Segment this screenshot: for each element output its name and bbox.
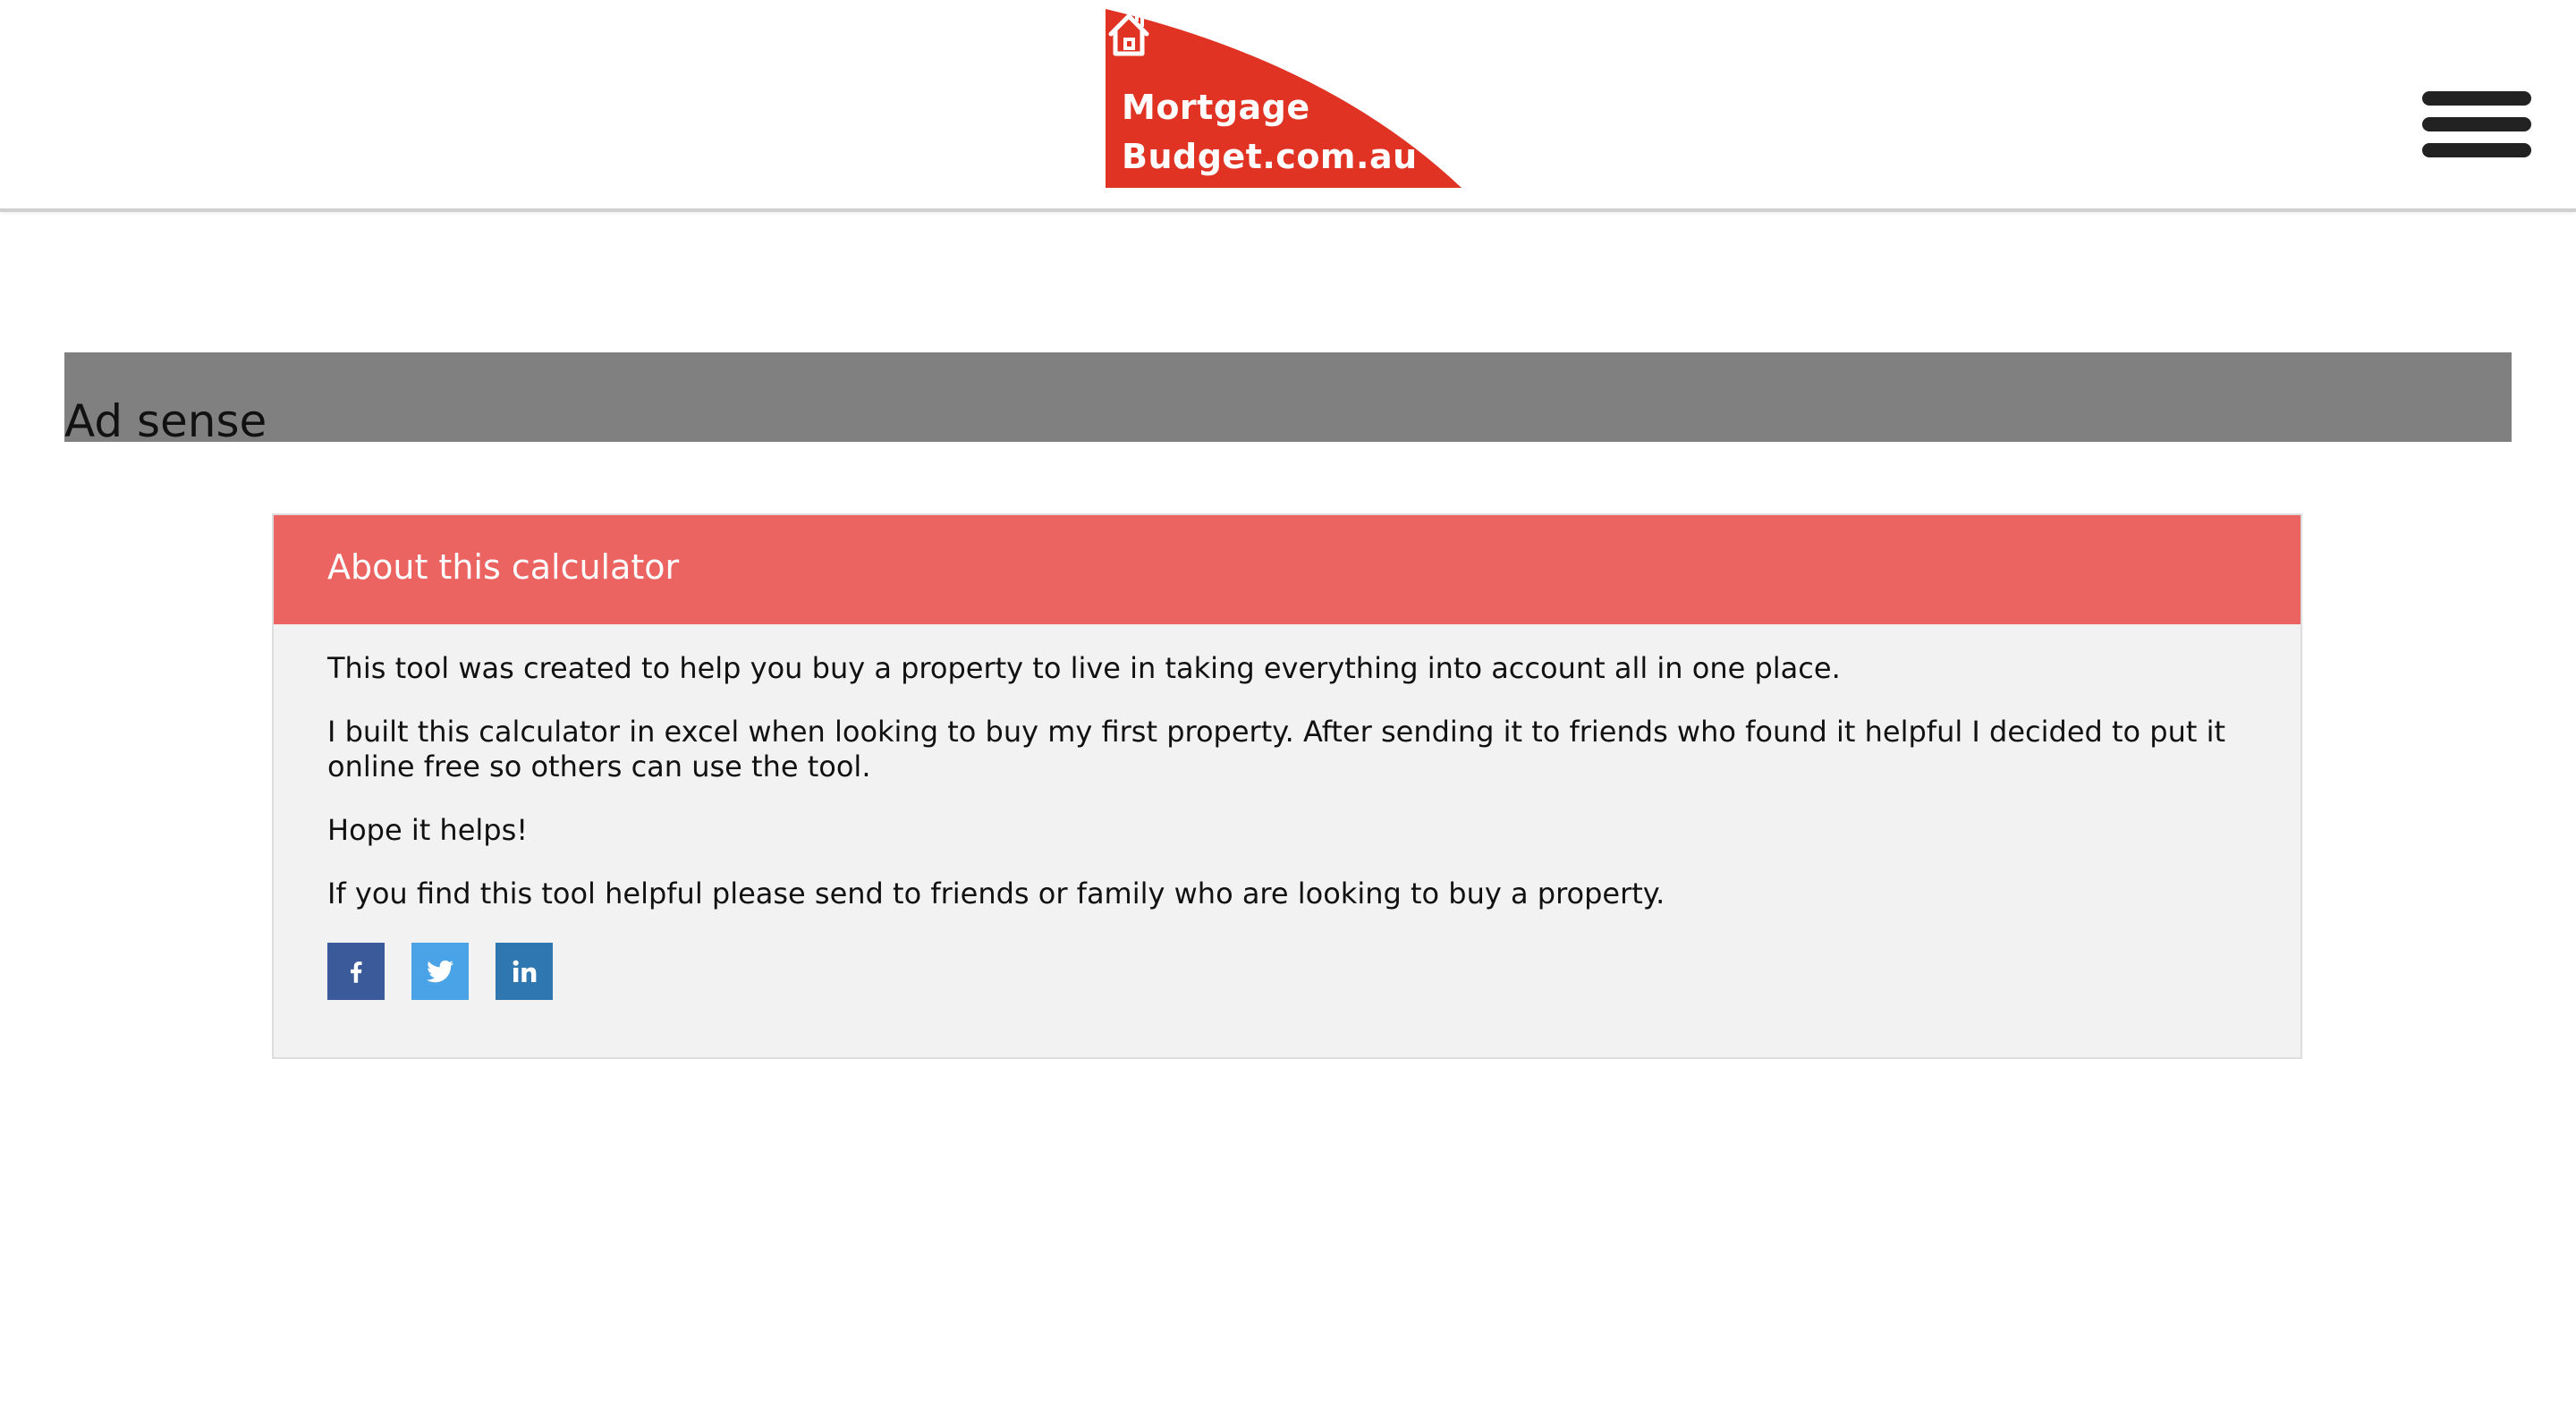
twitter-icon bbox=[427, 960, 453, 983]
about-paragraph: If you find this tool helpful please sen… bbox=[327, 877, 1665, 911]
site-logo[interactable]: Mortgage Budget.com.au bbox=[1106, 9, 1462, 188]
logo-text-line2: Budget.com.au bbox=[1122, 137, 1418, 176]
logo-text-line1: Mortgage bbox=[1122, 88, 1310, 127]
ad-banner: Ad sense bbox=[64, 352, 2512, 447]
about-calculator-card: About this calculator This tool was crea… bbox=[272, 513, 2302, 1059]
about-card-title: About this calculator bbox=[327, 547, 680, 587]
facebook-share-button[interactable] bbox=[327, 943, 385, 1000]
menu-bar bbox=[2422, 91, 2531, 106]
hamburger-menu-icon[interactable] bbox=[2422, 89, 2531, 159]
menu-bar bbox=[2422, 143, 2531, 157]
about-paragraph: Hope it helps! bbox=[327, 813, 529, 847]
about-card-header: About this calculator bbox=[274, 515, 2301, 624]
facebook-icon bbox=[351, 961, 362, 983]
ad-label: Ad sense bbox=[64, 395, 267, 447]
about-paragraph: I built this calculator in excel when lo… bbox=[327, 715, 2226, 783]
house-icon bbox=[1108, 13, 1149, 56]
site-header: Mortgage Budget.com.au bbox=[0, 0, 2576, 212]
menu-bar bbox=[2422, 117, 2531, 131]
about-paragraph: This tool was created to help you buy a … bbox=[327, 651, 1841, 685]
linkedin-icon bbox=[513, 960, 537, 982]
twitter-share-button[interactable] bbox=[411, 943, 469, 1000]
about-card-body: This tool was created to help you buy a … bbox=[327, 651, 2250, 940]
linkedin-share-button[interactable] bbox=[496, 943, 553, 1000]
